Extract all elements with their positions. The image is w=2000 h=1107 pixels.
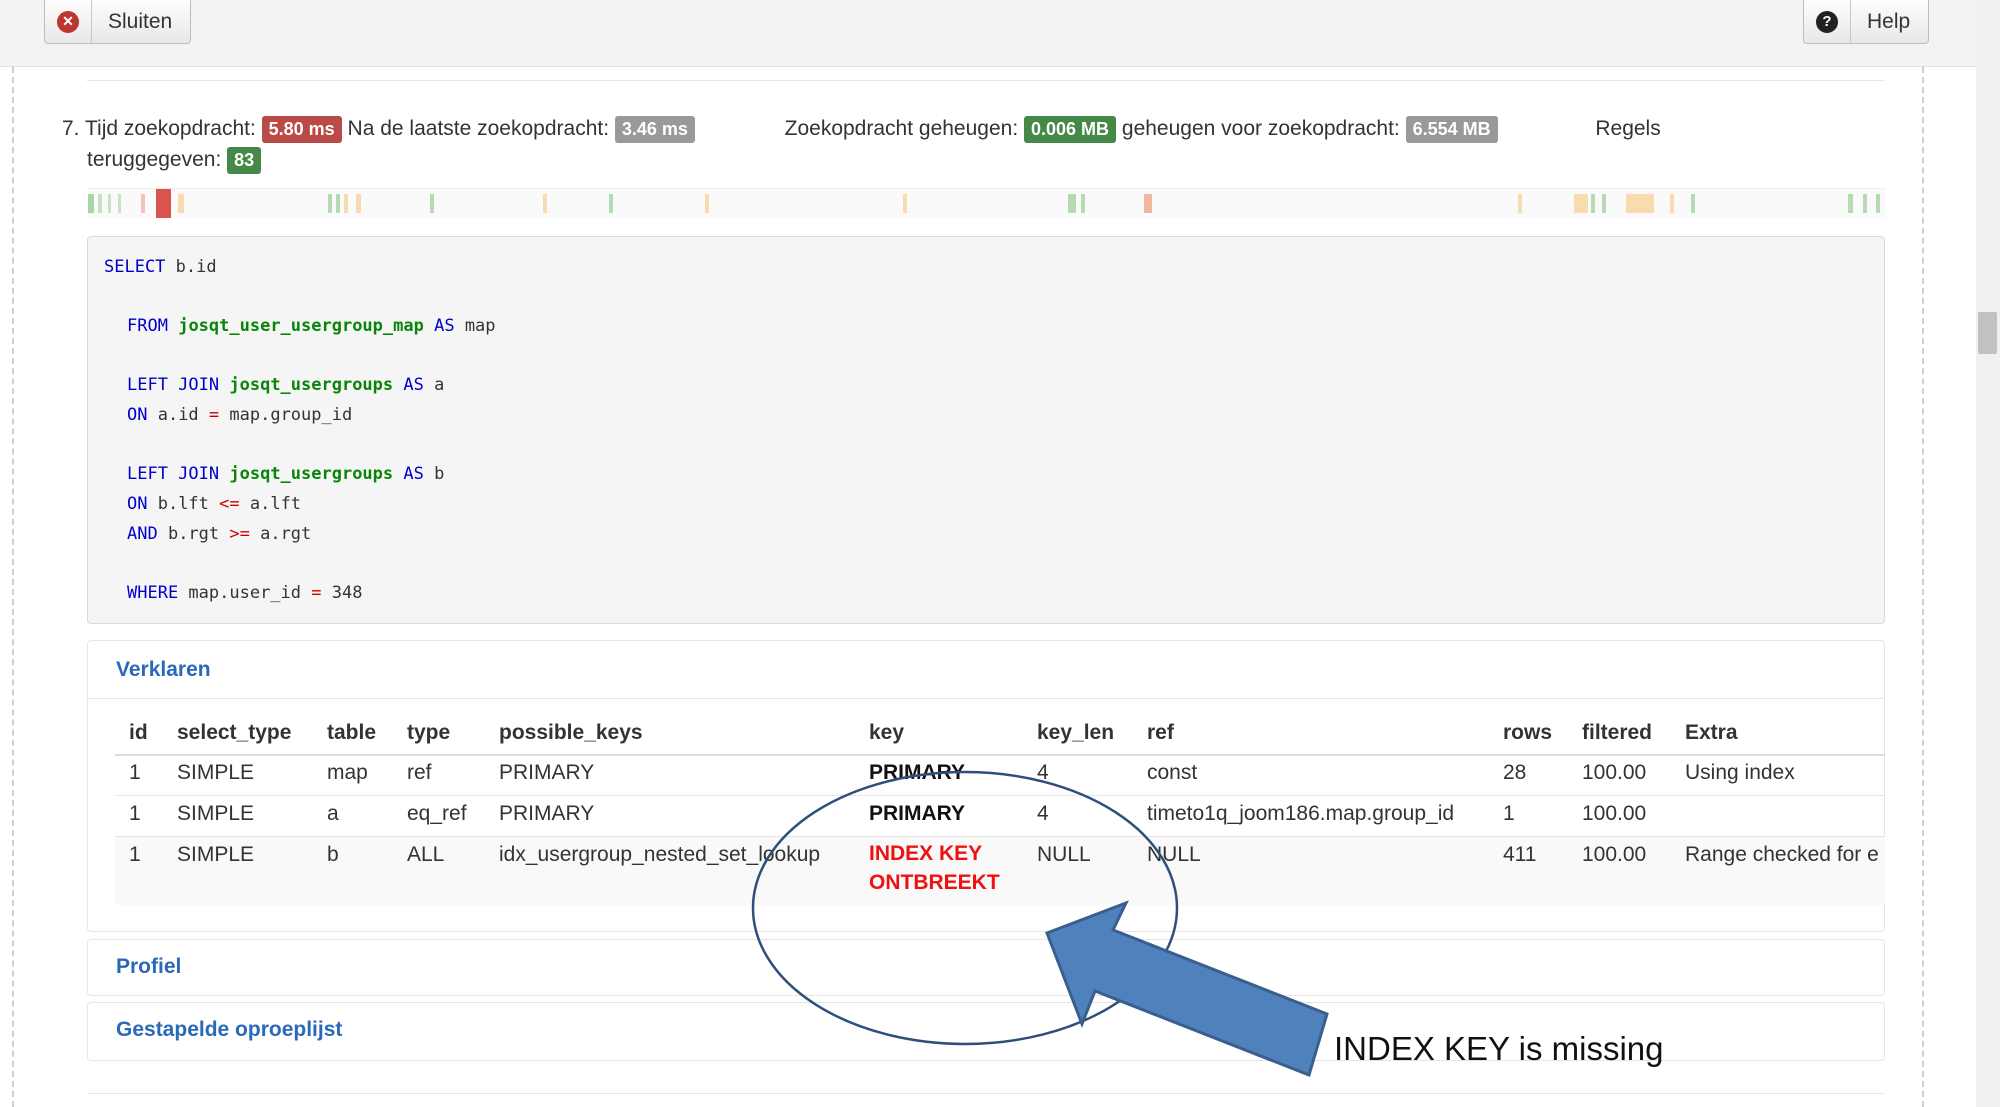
annotation-text: INDEX KEY is missing xyxy=(1334,1030,1664,1067)
annotation-overlay xyxy=(751,770,1329,1077)
arrow-icon xyxy=(1045,900,1329,1077)
